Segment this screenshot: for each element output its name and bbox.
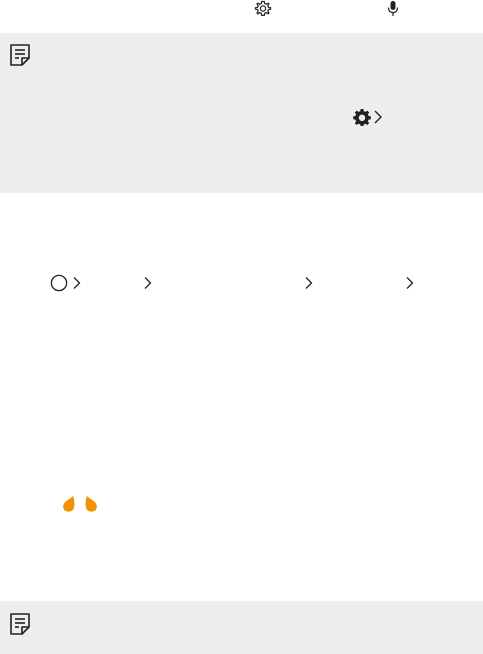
- gear-outline-icon: [254, 0, 272, 16]
- note-icon: [10, 44, 30, 66]
- note-icon: [10, 613, 30, 635]
- chevron-right-icon: [73, 277, 81, 289]
- chevron-right-icon: [305, 277, 313, 289]
- microphone-icon: [387, 1, 399, 16]
- gear-filled-icon: [353, 109, 371, 126]
- note-box: [0, 601, 483, 654]
- chevron-right-icon: [144, 277, 152, 289]
- earbuds-icon: [63, 496, 97, 512]
- note-box: [0, 33, 483, 193]
- chevron-right-icon: [374, 110, 382, 124]
- chevron-right-icon: [406, 277, 414, 289]
- home-circle-icon: [50, 274, 68, 292]
